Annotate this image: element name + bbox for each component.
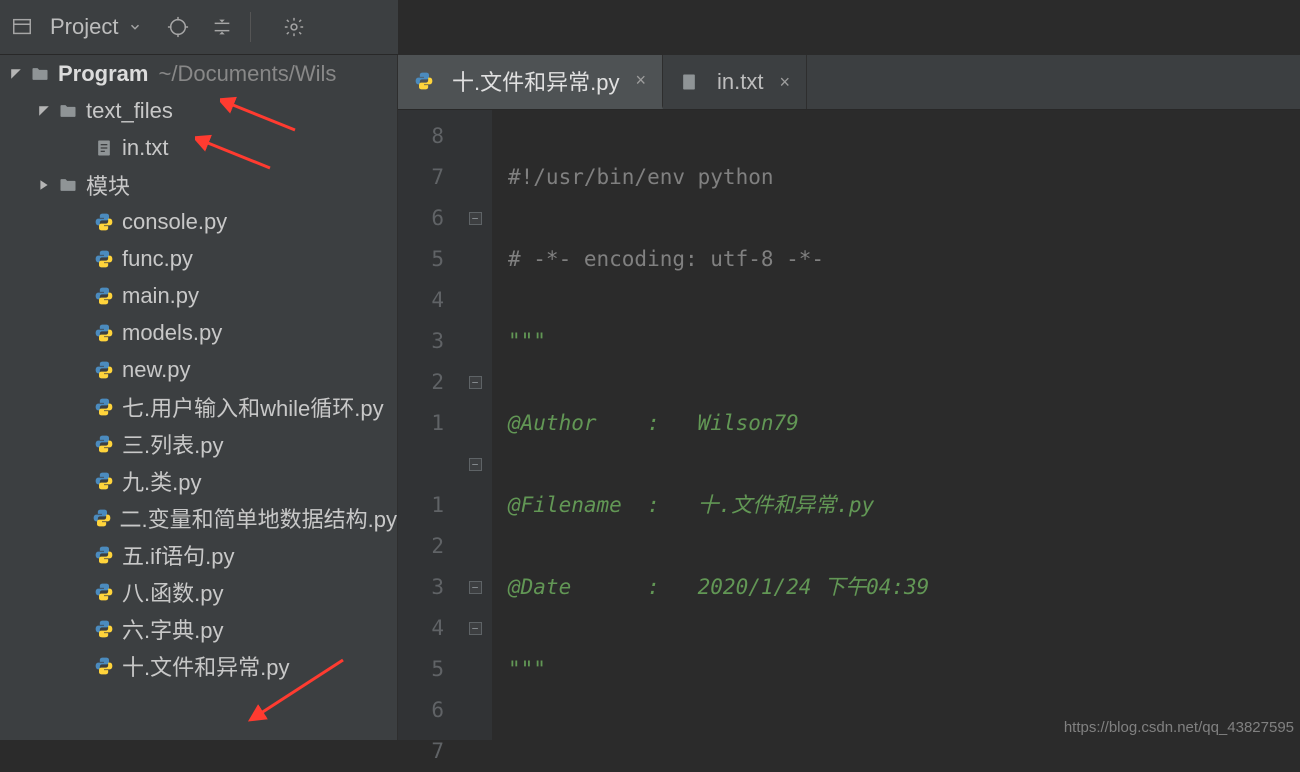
file-label: new.py: [122, 357, 191, 383]
tree-file-py[interactable]: main.py: [0, 277, 397, 314]
tab-label: 十.文件和异常.py: [452, 65, 619, 97]
tree-file-py[interactable]: 三.列表.py: [0, 425, 397, 462]
close-icon[interactable]: ×: [635, 70, 646, 91]
tree-file-list: console.py func.py main.py models.py new.py 七…: [0, 203, 397, 684]
tree-file-in-txt[interactable]: in.txt: [0, 129, 397, 166]
file-label: 八.函数.py: [122, 576, 223, 608]
root-name: Program: [58, 61, 148, 87]
file-label: main.py: [122, 283, 199, 309]
tree-file-py[interactable]: 十.文件和异常.py: [0, 647, 397, 684]
tab-active[interactable]: 十.文件和异常.py ×: [398, 55, 663, 109]
file-label: console.py: [122, 209, 227, 235]
code-line: @Date : 2020/1/24 下午04:39: [508, 575, 929, 599]
tree-file-py[interactable]: func.py: [0, 240, 397, 277]
tree-file-py[interactable]: 六.字典.py: [0, 610, 397, 647]
tree-root[interactable]: Program ~/Documents/Wils: [0, 55, 397, 92]
code-line: """: [508, 657, 546, 681]
tree-folder-text-files[interactable]: text_files: [0, 92, 397, 129]
fold-column: − − − − −: [458, 110, 492, 740]
folder-label: 模块: [86, 169, 130, 201]
code-line: """: [508, 329, 546, 353]
tree-file-py[interactable]: new.py: [0, 351, 397, 388]
editor-pane: 十.文件和异常.py × in.txt × 876543211234567 − …: [398, 55, 1300, 740]
file-label: 五.if语句.py: [122, 539, 234, 571]
python-icon: [414, 71, 434, 91]
code-line: #!/usr/bin/env python: [508, 165, 774, 189]
code-line: @Author : Wilson79: [508, 411, 799, 435]
target-icon[interactable]: [156, 10, 200, 44]
file-label: func.py: [122, 246, 193, 272]
intention-bulb-icon[interactable]: 💡: [508, 731, 533, 740]
text-file-icon: [679, 72, 699, 92]
close-icon[interactable]: ×: [779, 72, 790, 93]
fold-marker[interactable]: −: [469, 376, 482, 389]
fold-marker[interactable]: −: [469, 212, 482, 225]
project-label[interactable]: Project: [50, 14, 118, 40]
tree-file-py[interactable]: 八.函数.py: [0, 573, 397, 610]
file-label: 九.类.py: [122, 465, 201, 497]
tree-file-py[interactable]: 五.if语句.py: [0, 536, 397, 573]
project-dropdown-icon[interactable]: [128, 14, 142, 40]
chevron-down-icon[interactable]: [8, 66, 24, 82]
gear-icon[interactable]: [272, 10, 316, 44]
file-label: in.txt: [122, 135, 168, 161]
tree-file-py[interactable]: 九.类.py: [0, 462, 397, 499]
tree-file-py[interactable]: 二.变量和简单地数据结构.py: [0, 499, 397, 536]
file-label: 十.文件和异常.py: [122, 650, 289, 682]
project-view-icon[interactable]: [0, 10, 44, 44]
fold-marker[interactable]: −: [469, 458, 482, 471]
code-content[interactable]: #!/usr/bin/env python # -*- encoding: ut…: [492, 110, 1300, 740]
tab-other[interactable]: in.txt ×: [663, 55, 807, 109]
fold-marker[interactable]: −: [469, 622, 482, 635]
code-line: # -*- encoding: utf-8 -*-: [508, 247, 824, 271]
tree-file-py[interactable]: console.py: [0, 203, 397, 240]
tree-file-py[interactable]: 七.用户输入和while循环.py: [0, 388, 397, 425]
project-tree: Program ~/Documents/Wils text_files in.t…: [0, 55, 398, 740]
root-path: ~/Documents/Wils: [158, 61, 336, 87]
code-editor[interactable]: 876543211234567 − − − − − #!/usr/bin/env…: [398, 110, 1300, 740]
chevron-down-icon[interactable]: [36, 103, 52, 119]
fold-marker[interactable]: −: [469, 581, 482, 594]
tree-folder-modules[interactable]: 模块: [0, 166, 397, 203]
editor-tabs: 十.文件和异常.py × in.txt ×: [398, 55, 1300, 110]
file-label: 二.变量和简单地数据结构.py: [120, 502, 397, 534]
code-line: @Filename : 十.文件和异常.py: [508, 493, 874, 517]
collapse-icon[interactable]: [200, 10, 244, 44]
chevron-right-icon[interactable]: [36, 177, 52, 193]
file-label: models.py: [122, 320, 222, 346]
project-toolbar: Project: [0, 0, 398, 55]
watermark: https://blog.csdn.net/qq_43827595: [1064, 719, 1294, 736]
tab-label: in.txt: [717, 69, 763, 95]
folder-label: text_files: [86, 98, 173, 124]
toolbar-separator: [250, 12, 270, 42]
line-gutter: 876543211234567: [398, 110, 458, 740]
file-label: 三.列表.py: [122, 428, 223, 460]
tree-file-py[interactable]: models.py: [0, 314, 397, 351]
file-label: 六.字典.py: [122, 613, 223, 645]
file-label: 七.用户输入和while循环.py: [122, 391, 384, 423]
